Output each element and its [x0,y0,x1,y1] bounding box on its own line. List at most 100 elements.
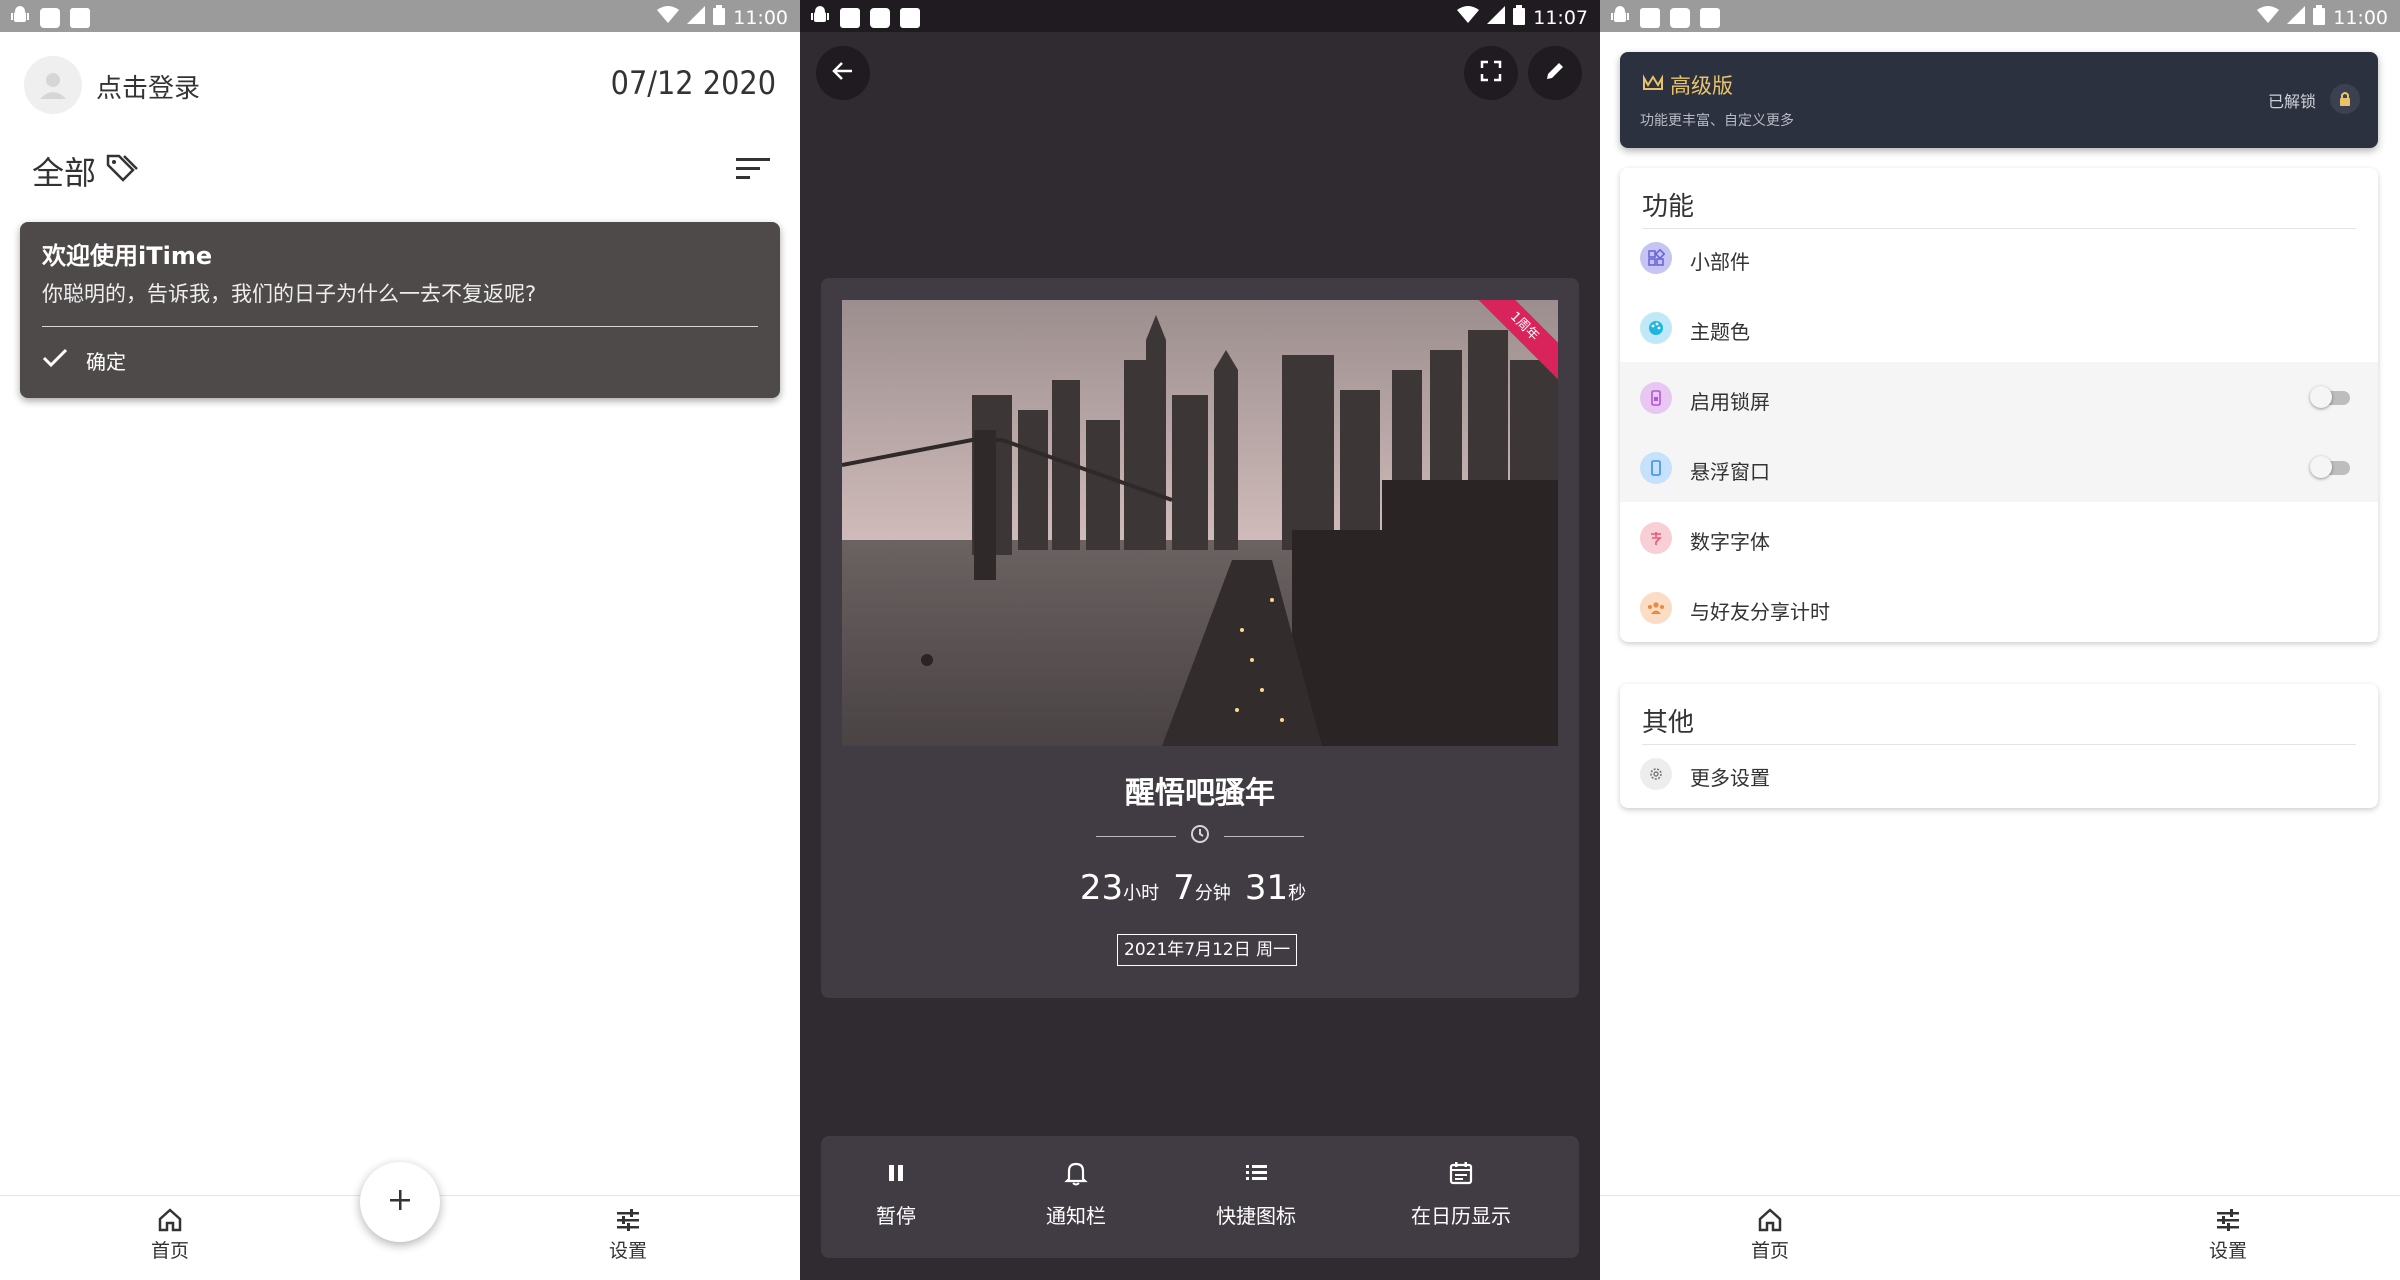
feature-row-font[interactable]: 数字字体 [1620,502,2378,572]
sliders-icon [2158,1208,2298,1232]
back-button[interactable] [816,46,870,100]
confirm-button[interactable]: 确定 [42,346,126,375]
filter-title[interactable]: 全部 [32,148,96,194]
check-icon [42,348,68,373]
feature-label: 小部件 [1690,250,1750,274]
a-icon [70,7,90,28]
status-bar: 11:07 [800,0,1600,32]
feature-row-share[interactable]: 与好友分享计时 [1620,572,2378,642]
home-icon [1700,1208,1840,1232]
gear-icon [1640,758,1672,790]
feature-row-theme[interactable]: 主题色 [1620,292,2378,362]
arrow-left-icon [830,58,856,88]
floating-window-icon [1640,452,1672,484]
premium-card[interactable]: 高级版 功能更丰富、自定义更多 已解锁 [1620,52,2378,148]
home-screen: 11:00 点击登录 07/12 2020 全部 欢迎使用iTime 你聪明的，… [0,0,800,1280]
welcome-card: 欢迎使用iTime 你聪明的，告诉我，我们的日子为什么一去不复返呢? 确定 [20,222,780,398]
notify-label: 通知栏 [1046,1204,1106,1228]
login-link[interactable]: 点击登录 [96,68,200,105]
tag-icon[interactable] [104,152,138,186]
nav-home-label: 首页 [150,1240,189,1262]
image-icon [840,7,860,28]
notification-icon [1670,7,1690,28]
feature-row-widgets[interactable]: 小部件 [1620,222,2378,292]
divider [42,326,758,327]
list-icon [1181,1160,1331,1186]
pause-button[interactable]: 暂停 [821,1160,971,1229]
wifi-icon [2257,6,2280,29]
battery-icon [2313,5,2326,30]
signal-icon [1487,6,1506,29]
sliders-icon [558,1208,698,1232]
status-time: 11:07 [1533,6,1588,29]
a-icon [1700,7,1720,28]
current-date: 07/12 2020 [610,64,776,102]
lockscreen-icon [1640,382,1672,414]
shortcut-button[interactable]: 快捷图标 [1181,1160,1331,1229]
wifi-icon [657,6,680,29]
shortcut-label: 快捷图标 [1216,1204,1296,1228]
bottom-navigation: 首页 设置 [1600,1195,2400,1280]
countdown-minutes: 7 [1173,868,1195,908]
nav-home[interactable]: 首页 [1700,1208,1840,1263]
floating-window-toggle[interactable] [2310,456,2350,478]
status-time: 11:00 [2333,6,2388,29]
feature-label: 数字字体 [1690,530,1770,554]
sort-icon[interactable] [736,156,770,186]
feature-row-lockscreen[interactable]: 启用锁屏 [1620,362,2378,432]
feature-row-floating-window[interactable]: 悬浮窗口 [1620,432,2378,502]
event-card: 1周年 醒悟吧骚年 23小时 7分钟 31秒 2021年7月12日 周一 [821,278,1579,998]
other-section: 其他 更多设置 [1620,684,2378,808]
event-detail-screen: 11:07 1周年 醒悟吧骚年 23小时 7分钟 31秒 2021年7月12日 … [800,0,1600,1280]
signal-icon [2287,6,2306,29]
premium-subtitle: 功能更丰富、自定义更多 [1640,113,1794,129]
unlocked-status: 已解锁 [2267,92,2316,111]
home-icon [100,1208,240,1232]
wifi-icon [1457,6,1480,29]
android-icon [10,5,30,30]
more-settings-row[interactable]: 更多设置 [1620,738,2378,808]
feature-label: 启用锁屏 [1690,390,1770,414]
palette-icon [1640,312,1672,344]
event-title: 醒悟吧骚年 [1125,776,1275,811]
calendar-button[interactable]: 在日历显示 [1381,1160,1541,1229]
image-icon [1640,7,1660,28]
font-icon [1640,522,1672,554]
premium-title-label: 高级版 [1670,74,1733,98]
status-bar: 11:00 [1600,0,2400,32]
notification-icon [870,7,890,28]
pencil-icon [1543,59,1567,87]
plus-icon [388,1188,412,1216]
lockscreen-toggle[interactable] [2310,386,2350,408]
countdown: 23小时 7分钟 31秒 [821,868,1579,908]
countdown-hours: 23 [1079,868,1124,908]
welcome-title: 欢迎使用iTime [42,242,213,270]
more-settings-label: 更多设置 [1690,766,1770,790]
notification-bar-button[interactable]: 通知栏 [1001,1160,1151,1229]
other-title: 其他 [1642,708,1695,738]
nav-settings[interactable]: 设置 [2158,1208,2298,1263]
feature-label: 与好友分享计时 [1690,600,1830,624]
seconds-unit: 秒 [1288,883,1307,904]
target-date: 2021年7月12日 周一 [1117,934,1298,966]
battery-icon [1513,5,1526,30]
add-event-button[interactable] [360,1162,440,1242]
event-cover-photo: 1周年 [842,300,1558,746]
calendar-label: 在日历显示 [1411,1204,1511,1228]
crown-icon [1642,73,1664,97]
edit-button[interactable] [1528,46,1582,100]
nav-home[interactable]: 首页 [100,1208,240,1263]
avatar[interactable] [24,56,82,114]
lock-icon [2330,84,2360,114]
signal-icon [687,6,706,29]
fullscreen-icon [1480,60,1502,86]
fullscreen-button[interactable] [1464,46,1518,100]
status-bar: 11:00 [0,0,800,32]
confirm-label: 确定 [86,350,126,374]
status-time: 11:00 [733,6,788,29]
hours-unit: 小时 [1123,883,1160,904]
features-title: 功能 [1642,192,1695,222]
bell-icon [1001,1160,1151,1186]
action-bar: 暂停 通知栏 快捷图标 在日历显示 [821,1136,1579,1258]
nav-settings[interactable]: 设置 [558,1208,698,1263]
